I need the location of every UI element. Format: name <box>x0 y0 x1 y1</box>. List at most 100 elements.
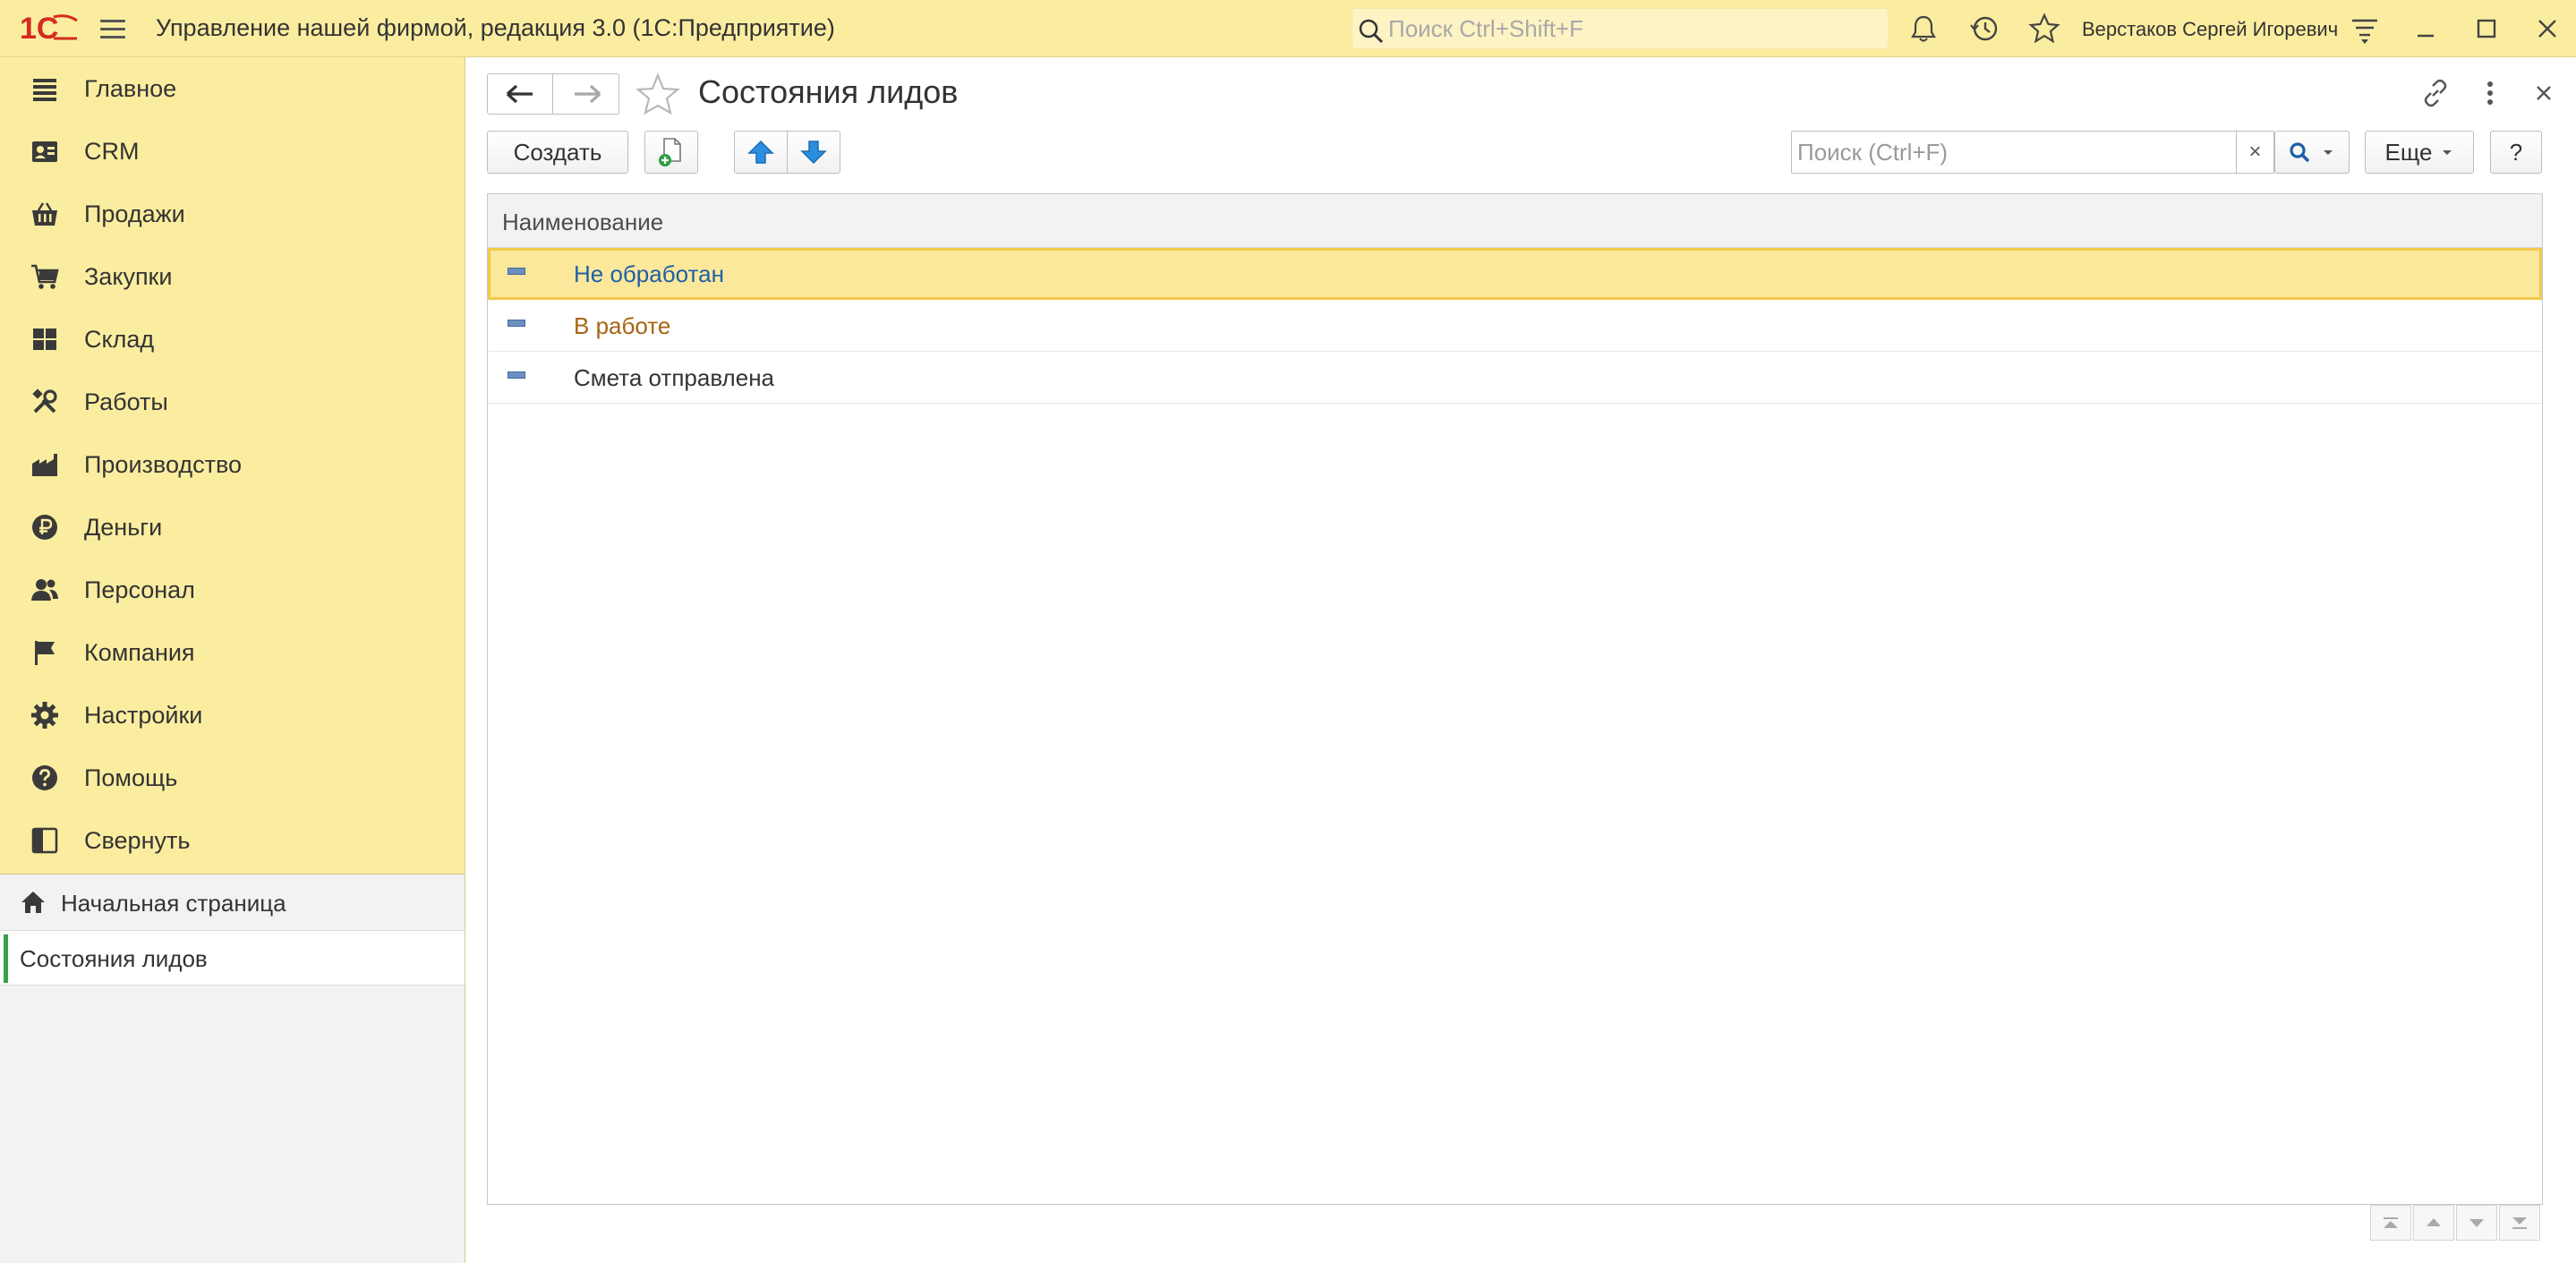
more-vertical-icon <box>2487 81 2493 105</box>
open-window-label: Начальная страница <box>61 890 286 917</box>
search-icon <box>2290 142 2310 163</box>
row-name: Не обработан <box>574 260 724 287</box>
section-label: Настройки <box>84 702 203 729</box>
add-to-favorites-icon[interactable] <box>635 73 680 115</box>
section-settings[interactable]: Настройки <box>0 684 465 747</box>
table-row[interactable]: В работе <box>488 300 2542 352</box>
scroll-up-button[interactable] <box>2413 1205 2454 1241</box>
list-icon <box>33 79 56 101</box>
app-title: Управление нашей фирмой, редакция 3.0 (1… <box>156 14 835 41</box>
main-menu-icon[interactable] <box>95 14 131 43</box>
section-label: Склад <box>84 326 155 353</box>
tools-icon <box>32 388 57 414</box>
basket-icon <box>32 202 57 226</box>
svg-text:1С: 1С <box>20 12 58 46</box>
page-down-icon <box>2469 1219 2484 1227</box>
section-warehouse[interactable]: Склад <box>0 308 465 371</box>
sections-panel: Главное CRM Продажи Закупки Склад Работы… <box>0 57 465 1263</box>
close-form-button[interactable] <box>2526 75 2562 111</box>
section-main[interactable]: Главное <box>0 57 465 120</box>
section-label: Главное <box>84 75 177 102</box>
favorites-star-icon[interactable] <box>2028 13 2060 45</box>
scroll-last-button[interactable] <box>2499 1205 2540 1241</box>
open-window-home[interactable]: Начальная страница <box>0 875 465 930</box>
nav-buttons <box>487 73 619 115</box>
section-purchases[interactable]: Закупки <box>0 245 465 308</box>
link-button[interactable] <box>2418 75 2453 111</box>
section-collapse[interactable]: Свернуть <box>0 809 465 872</box>
section-label: Работы <box>84 388 168 415</box>
back-button[interactable] <box>488 74 553 114</box>
item-marker-icon <box>508 371 525 379</box>
scroll-down-button[interactable] <box>2456 1205 2497 1241</box>
user-name[interactable]: Верстаков Сергей Игоревич <box>2082 18 2338 41</box>
table-row[interactable]: Не обработан <box>488 248 2542 300</box>
table-row[interactable]: Смета отправлена <box>488 352 2542 404</box>
people-icon <box>31 579 58 601</box>
section-label: CRM <box>84 138 140 165</box>
forward-button[interactable] <box>554 74 619 114</box>
active-window-marker <box>4 934 8 983</box>
section-label: Закупки <box>84 263 173 290</box>
row-name: В работе <box>574 312 671 339</box>
last-page-icon <box>2512 1217 2527 1229</box>
create-button[interactable]: Создать <box>487 131 628 174</box>
column-header-name[interactable]: Наименование <box>502 209 663 236</box>
copy-button[interactable] <box>644 131 698 174</box>
search-clear-button[interactable]: × <box>2236 132 2273 173</box>
warehouse-icon <box>33 329 56 350</box>
ruble-icon <box>32 515 57 540</box>
arrow-up-icon <box>747 140 774 164</box>
global-search[interactable] <box>1352 8 1889 49</box>
section-label: Производство <box>84 451 243 478</box>
form-area: Состояния лидов Создать Поиск (Ctrl+F) ×… <box>465 57 2576 1263</box>
maximize-icon[interactable] <box>2470 13 2503 45</box>
cart-icon <box>31 264 59 289</box>
open-window-label: Состояния лидов <box>20 945 208 972</box>
bell-icon[interactable] <box>1907 13 1940 45</box>
history-icon[interactable] <box>1968 13 2000 45</box>
form-menu-button[interactable] <box>2472 75 2508 111</box>
section-money[interactable]: Деньги <box>0 496 465 559</box>
arrow-down-icon <box>800 141 827 165</box>
1c-logo[interactable]: 1С <box>20 12 79 46</box>
help-button[interactable]: ? <box>2490 131 2542 174</box>
section-crm[interactable]: CRM <box>0 120 465 183</box>
section-label: Компания <box>84 639 195 666</box>
flag-icon <box>35 641 55 665</box>
section-label: Продажи <box>84 201 185 227</box>
gear-icon <box>31 702 58 729</box>
settings-menu-icon[interactable] <box>2349 13 2381 45</box>
close-window-icon[interactable] <box>2531 13 2563 45</box>
section-company[interactable]: Компания <box>0 621 465 684</box>
scroll-first-button[interactable] <box>2370 1205 2411 1241</box>
sections-list: Главное CRM Продажи Закупки Склад Работы… <box>0 57 465 874</box>
section-label: Свернуть <box>84 827 191 854</box>
more-button-label: Еще <box>2384 138 2433 166</box>
collapse-panel-icon <box>31 827 58 854</box>
contact-card-icon <box>32 141 57 162</box>
home-icon <box>21 892 45 913</box>
section-help[interactable]: Помощь <box>0 747 465 809</box>
item-marker-icon <box>508 268 525 275</box>
move-up-button[interactable] <box>734 131 788 174</box>
section-production[interactable]: Производство <box>0 433 465 496</box>
arrow-left-icon <box>506 84 533 104</box>
form-title: Состояния лидов <box>698 73 959 110</box>
title-bar: 1С Управление нашей фирмой, редакция 3.0… <box>0 0 2576 57</box>
open-window-active[interactable]: Состояния лидов <box>0 930 465 986</box>
list-search[interactable]: × <box>1791 131 2274 174</box>
section-personnel[interactable]: Персонал <box>0 559 465 621</box>
list-search-input[interactable] <box>1797 139 2218 166</box>
section-works[interactable]: Работы <box>0 371 465 433</box>
more-button[interactable]: Еще <box>2365 131 2474 174</box>
open-windows-panel: Начальная страница Состояния лидов <box>0 874 465 1263</box>
arrow-right-icon <box>574 84 601 104</box>
section-sales[interactable]: Продажи <box>0 183 465 245</box>
section-label: Помощь <box>84 764 178 791</box>
global-search-input[interactable] <box>1388 14 1881 43</box>
search-options-button[interactable] <box>2274 131 2350 174</box>
move-down-button[interactable] <box>787 131 840 174</box>
copy-document-icon <box>659 138 681 166</box>
minimize-icon[interactable] <box>2410 13 2442 45</box>
